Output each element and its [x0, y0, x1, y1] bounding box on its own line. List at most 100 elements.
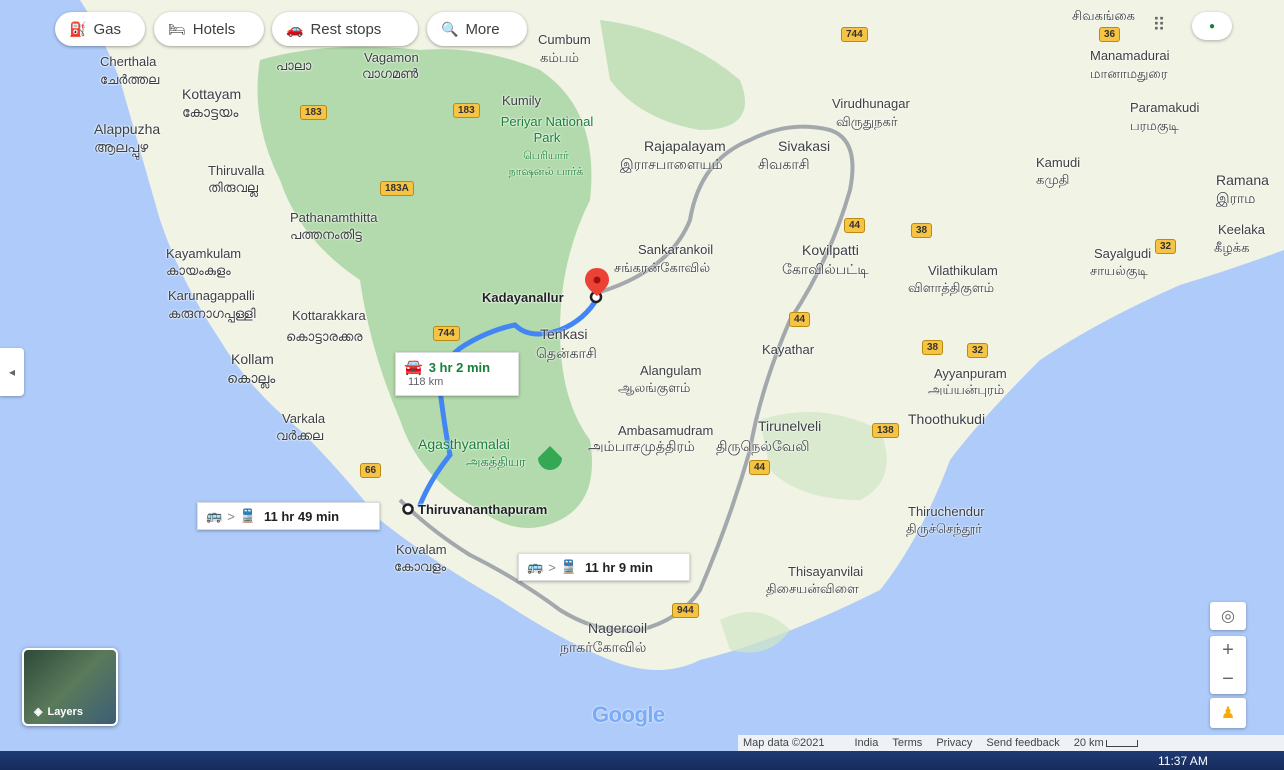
transit-route-callout-1[interactable]: 🚌 > 🚆 11 hr 49 min [197, 502, 380, 530]
place-label: Kayamkulam [166, 246, 242, 261]
layers-button[interactable]: ◈ Layers [22, 648, 118, 726]
place-label: Nagercoil [588, 620, 648, 636]
country-link[interactable]: India [855, 737, 879, 749]
place-label: Tenkasi [540, 326, 588, 342]
place-label-native: சிவகாசி [758, 156, 810, 172]
place-label: Cumbum [538, 32, 591, 47]
mountain-label: Agasthyamalai [418, 436, 510, 452]
privacy-link[interactable]: Privacy [936, 737, 972, 749]
highway-shield: 744 [433, 326, 460, 341]
pegman-icon: ♟ [1220, 705, 1236, 722]
place-label-native: மானாமதுரை [1090, 66, 1168, 81]
drive-time: 3 hr 2 min [428, 359, 491, 375]
place-label-native: அய்யன்புரம் [928, 382, 1005, 397]
place-label: Kovalam [396, 542, 447, 557]
scale-bar [1105, 739, 1138, 747]
place-label-native: கமுதி [1036, 172, 1070, 187]
search-icon: 🔍 [441, 20, 459, 37]
bus-icon: 🚌 [527, 559, 544, 574]
account-avatar[interactable]: ● [1192, 12, 1232, 40]
route-arrow: > [548, 559, 556, 575]
place-label-native: திருநெல்வேலி [716, 438, 810, 454]
bus-icon: 🚌 [206, 508, 223, 523]
place-label: Ramana [1216, 172, 1269, 188]
place-label: Kollam [231, 351, 274, 367]
place-label-native: இராசபாளையம் [620, 156, 723, 172]
place-label-native: சாயல்குடி [1090, 263, 1148, 278]
gas-label: Gas [93, 20, 121, 38]
zoom-in-button[interactable]: + [1222, 636, 1234, 665]
place-label-native: ചേർത്തല [100, 72, 160, 87]
bed-icon: 🛏 [168, 20, 186, 37]
place-label-native: சிவகங்கை [1072, 8, 1135, 23]
place-label: Thiruchendur [908, 504, 985, 519]
place-label-native: அம்பாசமுத்திரம் [588, 438, 695, 454]
place-label-native: கீழக்க [1214, 240, 1250, 255]
car-icon: 🚘 [404, 359, 423, 376]
highway-shield: 744 [841, 27, 868, 42]
transit-time: 11 hr 49 min [263, 508, 340, 524]
place-label: Thiruvalla [208, 163, 265, 178]
hotels-chip[interactable]: 🛏 Hotels [154, 12, 264, 46]
car-icon: 🚗 [286, 20, 304, 37]
place-label-native: കരുനാഗപ്പള്ളി [168, 306, 256, 321]
collapse-panel-button[interactable]: ◂ [0, 348, 24, 396]
pegman-button[interactable]: ♟ [1210, 698, 1246, 728]
drive-distance: 118 km [408, 376, 444, 388]
train-icon: 🚆 [239, 508, 256, 523]
place-label: Kottarakkara [292, 308, 366, 323]
layers-icon: ◈ [34, 706, 43, 718]
place-label-native: കായംകുളം [166, 263, 231, 278]
highway-shield: 138 [872, 423, 899, 438]
send-feedback-link[interactable]: Send feedback [986, 737, 1059, 749]
place-label: Alappuzha [94, 121, 161, 137]
apps-grid-icon[interactable]: ⠿ [1148, 12, 1170, 38]
highway-shield: 66 [360, 463, 382, 478]
place-label: Thoothukudi [908, 411, 986, 427]
highway-shield: 44 [789, 312, 811, 327]
park-label-native: பெரியார் நாஷனல் பார்க் [508, 150, 584, 178]
place-label-native: ஆலங்குளம் [618, 380, 691, 395]
more-label: More [465, 20, 500, 38]
place-label: Vilathikulam [928, 263, 998, 278]
place-label-native: പത്തനംതിട്ട [290, 227, 362, 242]
place-label: Ayyanpuram [934, 366, 1007, 381]
place-label: Karunagappalli [168, 288, 255, 303]
place-label: Sankarankoil [638, 242, 714, 257]
place-label-native: கோவில்பட்டி [782, 261, 869, 277]
place-label: Keelaka [1218, 222, 1265, 237]
place-label-native: விளாத்திகுளம் [908, 280, 995, 295]
gas-chip[interactable]: ⛽ Gas [55, 12, 145, 46]
destination-label: Kadayanallur [482, 290, 564, 305]
place-label-native: ആലപ്പുഴ [94, 139, 149, 155]
place-label-native: நாகர்கோவில் [560, 639, 647, 655]
mountain-label-native: அகத்தியர [466, 454, 526, 469]
google-logo: Google [592, 702, 665, 727]
drive-route-callout[interactable]: 🚘 3 hr 2 min 118 km [395, 352, 519, 396]
place-label: Manamadurai [1090, 48, 1170, 63]
highway-shield: 944 [672, 603, 699, 618]
my-location-button[interactable]: ◎ [1210, 602, 1246, 630]
place-label-native: പാലാ [276, 58, 312, 73]
train-icon: 🚆 [560, 559, 577, 574]
map-data-attribution: Map data ©2021 [743, 737, 825, 749]
hotels-label: Hotels [192, 20, 236, 38]
more-chip[interactable]: 🔍 More [427, 12, 527, 46]
zoom-controls: + − [1210, 636, 1246, 694]
place-label-native: കൊല്ലം [227, 370, 276, 386]
place-label: Cherthala [100, 54, 157, 69]
place-label: Kayathar [762, 342, 815, 357]
highway-shield: 44 [749, 460, 771, 475]
highway-shield: 183A [380, 181, 414, 196]
zoom-out-button[interactable]: − [1222, 665, 1234, 694]
place-label-native: വാഗമൺ [362, 66, 419, 81]
highway-shield: 32 [967, 343, 989, 358]
terms-link[interactable]: Terms [892, 737, 922, 749]
place-label-native: திசையன்விளை [766, 581, 859, 596]
place-label: Sayalgudi [1094, 246, 1152, 261]
scale-label[interactable]: 20 km [1074, 737, 1104, 749]
place-label: Tirunelveli [758, 418, 822, 434]
transit-route-callout-2[interactable]: 🚌 > 🚆 11 hr 9 min [518, 553, 690, 581]
rest-stops-label: Rest stops [310, 20, 382, 38]
rest-stops-chip[interactable]: 🚗 Rest stops [272, 12, 418, 46]
